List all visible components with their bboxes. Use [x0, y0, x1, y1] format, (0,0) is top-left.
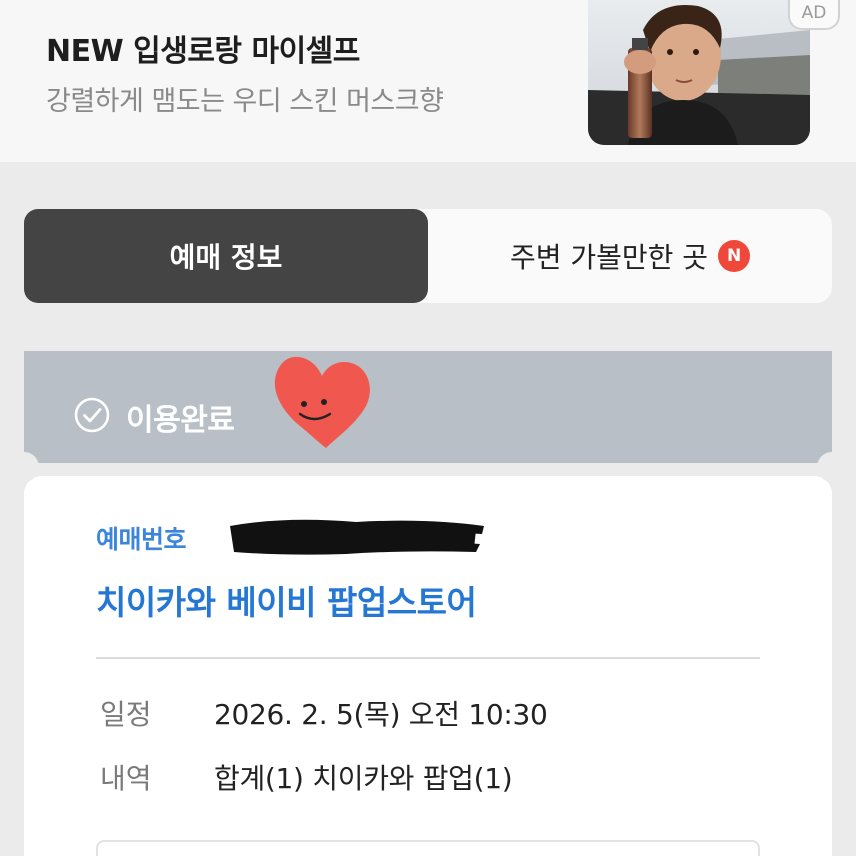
ad-subtitle: 강렬하게 맴도는 우디 스킨 머스크향: [46, 86, 444, 117]
booking-number-redaction: [230, 519, 484, 555]
booking-number-label: 예매번호: [96, 525, 187, 554]
details-value: 합계(1) 치이카와 팝업(1): [214, 762, 513, 795]
check-circle-icon: [74, 397, 110, 433]
tab-label: 예매 정보: [169, 241, 283, 274]
ticket-notch-right: [817, 452, 847, 482]
ad-image[interactable]: [588, 0, 810, 145]
event-title: 치이카와 베이비 팝업스토어: [96, 583, 477, 622]
tab-nearby-places[interactable]: 주변 가볼만한 곳 N: [428, 209, 832, 303]
ticket-notch-left: [9, 452, 39, 482]
divider: [96, 657, 760, 659]
schedule-label: 일정: [100, 698, 152, 731]
heart-sticker-icon: [274, 356, 370, 448]
new-badge: N: [718, 240, 751, 272]
ad-badge: AD: [788, 0, 840, 30]
reservation-screen: NEW 입생로랑 마이셀프 강렬하게 맴도는 우디 스킨 머스크향 AD 예매 …: [0, 0, 856, 856]
status-header: 이용완료: [24, 351, 832, 463]
tab-label: 주변 가볼만한 곳: [509, 241, 709, 274]
ad-banner[interactable]: NEW 입생로랑 마이셀프 강렬하게 맴도는 우디 스킨 머스크향 AD: [0, 0, 856, 162]
status-label: 이용완료: [126, 403, 235, 438]
tab-bar: 예매 정보 주변 가볼만한 곳 N: [24, 209, 832, 303]
ticket-detail-box[interactable]: [96, 840, 760, 856]
details-label: 내역: [100, 762, 152, 795]
ad-title: NEW 입생로랑 마이셀프: [46, 34, 360, 69]
schedule-value: 2026. 2. 5(목) 오전 10:30: [214, 698, 548, 731]
tab-booking-info[interactable]: 예매 정보: [24, 209, 428, 303]
